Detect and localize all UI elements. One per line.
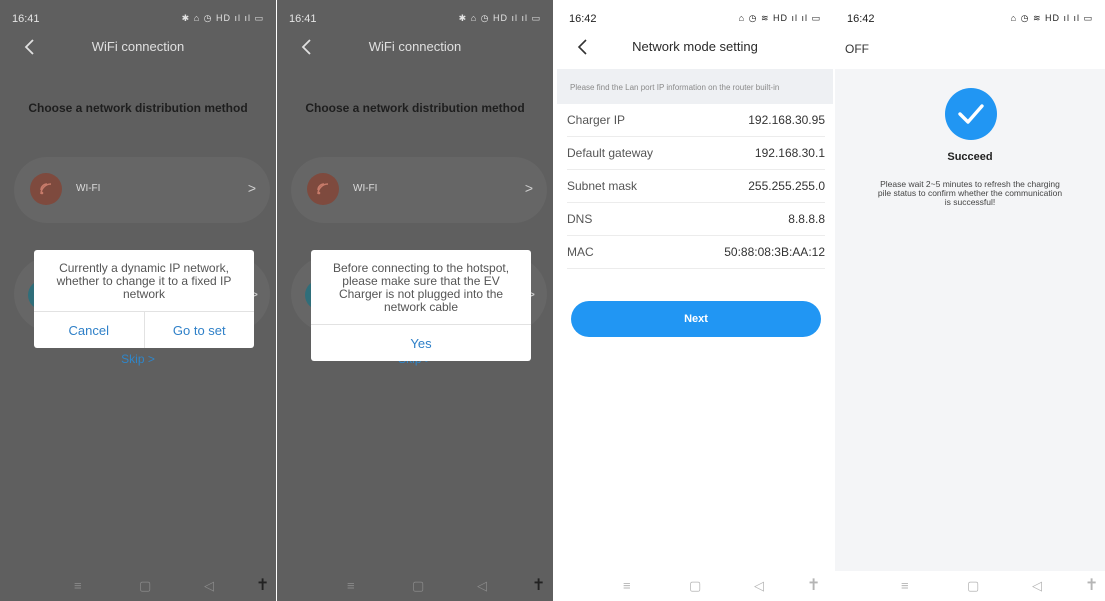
yes-button[interactable]: Yes (311, 325, 531, 361)
accessibility-icon[interactable]: ✝ (807, 575, 820, 595)
fixed-ip-dialog: Currently a dynamic IP network, whether … (34, 250, 254, 348)
status-icons: ✱ ⌂ ◷ HD ıl ıl ▭ (181, 13, 264, 23)
field-value[interactable]: 192.168.30.1 (755, 146, 825, 160)
cancel-button[interactable]: Cancel (34, 312, 144, 348)
nav-bar: WiFi connection (277, 34, 553, 60)
skip-link[interactable]: Skip > (0, 352, 276, 366)
system-nav-bar: ≡ ▢ ◁ ✝ (277, 571, 553, 601)
system-nav-bar: ≡ ▢ ◁ ✝ (835, 571, 1105, 601)
menu-icon[interactable]: ≡ (74, 578, 82, 593)
check-icon (945, 88, 997, 140)
status-time: 16:42 (569, 13, 597, 25)
field-value[interactable]: 192.168.30.95 (748, 113, 825, 127)
default-gateway-row[interactable]: Default gateway 192.168.30.1 (567, 137, 825, 170)
screen-wifi-connection-dynamic-ip: 16:41 ✱ ⌂ ◷ HD ıl ıl ▭ WiFi connection C… (0, 0, 276, 601)
nav-bar: WiFi connection (0, 34, 276, 60)
back-icon[interactable]: ◁ (1032, 578, 1042, 594)
field-label: Subnet mask (567, 179, 638, 193)
screen-network-mode-setting: 16:42 ⌂ ◷ ≋ HD ıl ıl ▭ Network mode sett… (557, 0, 833, 601)
field-label: MAC (567, 245, 594, 259)
system-nav-bar: ≡ ▢ ◁ ✝ (0, 571, 276, 601)
wifi-option-label: WI-FI (353, 183, 378, 194)
field-value[interactable]: 255.255.255.0 (748, 179, 825, 193)
off-label: OFF (845, 42, 869, 56)
wifi-option-card[interactable]: WI-FI > (14, 157, 270, 223)
nav-bar: Network mode setting (557, 34, 833, 60)
header-area (835, 0, 1105, 69)
accessibility-icon[interactable]: ✝ (532, 575, 545, 595)
accessibility-icon[interactable]: ✝ (256, 575, 269, 595)
hotspot-dialog: Before connecting to the hotspot, please… (311, 250, 531, 361)
page-title: WiFi connection (368, 39, 462, 54)
status-bar: 16:41 ✱ ⌂ ◷ HD ıl ıl ▭ (12, 13, 264, 27)
field-label: Default gateway (567, 146, 654, 160)
status-icons: ⌂ ◷ ≋ HD ıl ıl ▭ (1010, 13, 1093, 23)
dns-row[interactable]: DNS 8.8.8.8 (567, 203, 825, 236)
subnet-mask-row[interactable]: Subnet mask 255.255.255.0 (567, 170, 825, 203)
go-to-set-button[interactable]: Go to set (143, 312, 255, 348)
status-bar: 16:42 ⌂ ◷ ≋ HD ıl ıl ▭ (847, 13, 1093, 27)
chevron-right-icon: > (524, 180, 533, 196)
home-icon[interactable]: ▢ (412, 578, 424, 594)
home-icon[interactable]: ▢ (139, 578, 151, 594)
charger-ip-row[interactable]: Charger IP 192.168.30.95 (567, 104, 825, 137)
info-banner: Please find the Lan port IP information … (557, 69, 833, 104)
dialog-actions: Yes (311, 325, 531, 361)
back-icon[interactable]: ◁ (204, 578, 214, 594)
wifi-option-card[interactable]: WI-FI > (291, 157, 547, 223)
home-icon[interactable]: ▢ (689, 578, 701, 594)
succeed-title: Succeed (947, 151, 993, 163)
system-nav-bar: ≡ ▢ ◁ ✝ (557, 571, 833, 601)
page-title: WiFi connection (91, 39, 185, 54)
field-value[interactable]: 8.8.8.8 (788, 212, 825, 226)
screen-succeed: 16:42 ⌂ ◷ ≋ HD ıl ıl ▭ OFF Succeed Pleas… (835, 0, 1105, 601)
chevron-right-icon: > (247, 180, 256, 196)
dialog-message: Before connecting to the hotspot, please… (311, 250, 531, 325)
network-fields: Charger IP 192.168.30.95 Default gateway… (567, 104, 825, 269)
field-value[interactable]: 50:88:08:3B:AA:12 (724, 245, 825, 259)
choose-method-heading: Choose a network distribution method (28, 101, 248, 115)
home-icon[interactable]: ▢ (967, 578, 979, 594)
wifi-icon (30, 173, 62, 205)
field-label: DNS (567, 212, 593, 226)
choose-method-heading: Choose a network distribution method (305, 101, 525, 115)
accessibility-icon[interactable]: ✝ (1085, 575, 1098, 595)
dialog-message: Currently a dynamic IP network, whether … (34, 250, 254, 312)
dialog-actions: Cancel Go to set (34, 312, 254, 348)
field-label: Charger IP (567, 113, 626, 127)
back-icon[interactable]: ◁ (754, 578, 764, 594)
status-icons: ✱ ⌂ ◷ HD ıl ıl ▭ (458, 13, 541, 23)
page-title: Network mode setting (632, 39, 758, 54)
status-bar: 16:41 ✱ ⌂ ◷ HD ıl ıl ▭ (289, 13, 541, 27)
menu-icon[interactable]: ≡ (901, 578, 909, 593)
status-bar: 16:42 ⌂ ◷ ≋ HD ıl ıl ▭ (569, 13, 821, 27)
wifi-option-label: WI-FI (76, 183, 101, 194)
mac-row[interactable]: MAC 50:88:08:3B:AA:12 (567, 236, 825, 269)
status-time: 16:41 (12, 13, 40, 25)
status-time: 16:42 (847, 13, 875, 25)
menu-icon[interactable]: ≡ (623, 578, 631, 593)
menu-icon[interactable]: ≡ (347, 578, 355, 593)
status-time: 16:41 (289, 13, 317, 25)
back-icon[interactable]: ◁ (477, 578, 487, 594)
next-button[interactable]: Next (571, 301, 821, 337)
succeed-message: Please wait 2~5 minutes to refresh the c… (877, 179, 1063, 207)
wifi-icon (307, 173, 339, 205)
status-icons: ⌂ ◷ ≋ HD ıl ıl ▭ (738, 13, 821, 23)
screen-wifi-connection-hotspot: 16:41 ✱ ⌂ ◷ HD ıl ıl ▭ WiFi connection C… (277, 0, 553, 601)
